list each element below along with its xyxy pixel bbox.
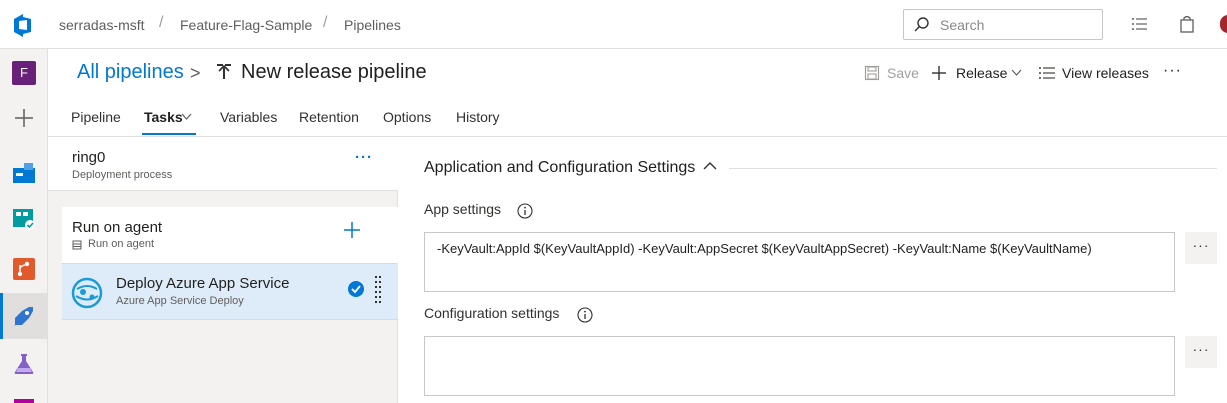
pipelines-icon [14, 307, 33, 326]
configuration-settings-label: Configuration settings [424, 305, 560, 321]
shopping-bag-icon[interactable] [1177, 14, 1197, 34]
app-settings-more-button[interactable]: ··· [1185, 232, 1217, 264]
stage-subtitle: Deployment process [72, 169, 173, 181]
drag-handle-icon[interactable] [375, 275, 381, 305]
breadcrumb-project[interactable]: Feature-Flag-Sample [180, 17, 312, 33]
agent-job[interactable]: Run on agent Run on agent [62, 207, 398, 263]
list-icon [1039, 67, 1055, 79]
list-icon[interactable] [1130, 14, 1150, 34]
task-deploy-azure-app-service[interactable]: Deploy Azure App Service Azure App Servi… [62, 263, 398, 320]
rail-item-overview[interactable] [0, 150, 48, 196]
tab-options[interactable]: Options [383, 109, 431, 125]
task-name: Deploy Azure App Service [116, 275, 290, 292]
view-releases-button[interactable]: View releases [1038, 65, 1150, 83]
breadcrumb-org[interactable]: serradas-msft [59, 17, 145, 33]
release-button[interactable]: Release [931, 65, 1026, 83]
project-badge: F [12, 61, 36, 85]
tab-pipeline[interactable]: Pipeline [71, 109, 121, 125]
stage-name: ring0 [72, 149, 106, 166]
breadcrumb-separator: / [323, 14, 328, 31]
rail-item-repos[interactable] [0, 246, 48, 292]
tab-retention[interactable]: Retention [299, 109, 359, 125]
top-bar: serradas-msft / Feature-Flag-Sample / Pi… [0, 0, 1227, 49]
save-label: Save [887, 65, 919, 81]
save-icon [864, 65, 880, 81]
search-box[interactable]: Search [903, 9, 1103, 40]
repos-icon [13, 258, 35, 280]
task-subtitle: Azure App Service Deploy [116, 295, 244, 307]
navigation-rail: F [0, 49, 48, 403]
new-item[interactable] [0, 95, 48, 141]
app-settings-label: App settings [424, 201, 502, 217]
configuration-settings-more-button[interactable]: ··· [1185, 336, 1217, 368]
test-plans-icon [14, 354, 34, 374]
stage-header[interactable]: ring0 Deployment process ··· [48, 137, 398, 191]
rail-item-test-plans[interactable] [0, 341, 48, 387]
rail-item-artifacts-partial [14, 399, 34, 403]
section-divider [729, 168, 1217, 169]
chevron-down-icon[interactable] [181, 113, 192, 121]
azure-app-service-icon [71, 277, 103, 309]
configuration-settings-field[interactable] [424, 336, 1175, 396]
tab-variables[interactable]: Variables [220, 109, 277, 125]
release-label: Release [956, 65, 1008, 81]
agent-job-subtitle: Run on agent [88, 238, 155, 250]
search-icon [914, 17, 929, 32]
avatar[interactable] [1220, 15, 1227, 33]
all-pipelines-link[interactable]: All pipelines [77, 61, 184, 84]
rail-item-boards[interactable] [0, 196, 48, 242]
plus-icon [15, 109, 33, 127]
section-title[interactable]: Application and Configuration Settings [424, 159, 695, 177]
add-task-icon[interactable] [343, 221, 361, 239]
chevron-right-icon: > [190, 63, 201, 83]
tab-tasks[interactable]: Tasks [144, 109, 183, 125]
chevron-up-icon[interactable] [703, 161, 717, 171]
info-icon[interactable] [517, 203, 533, 219]
boards-icon [13, 209, 35, 230]
page-title: New release pipeline [241, 61, 427, 83]
overview-icon [13, 163, 35, 183]
plus-icon [932, 66, 946, 80]
view-releases-label: View releases [1062, 65, 1149, 81]
breadcrumb-separator: / [159, 14, 164, 31]
agent-icon [72, 240, 82, 250]
more-actions-button[interactable]: ··· [1163, 62, 1182, 80]
tab-history[interactable]: History [456, 109, 500, 125]
azure-devops-logo-icon[interactable] [12, 12, 38, 38]
rail-item-pipelines[interactable] [0, 293, 48, 339]
checkmark-icon [348, 281, 364, 297]
tasks-pane: ring0 Deployment process ··· Run on agen… [48, 137, 398, 403]
project-item[interactable]: F [0, 49, 48, 95]
save-button[interactable]: Save [864, 65, 920, 83]
search-input[interactable]: Search [940, 17, 984, 33]
stage-more-button[interactable]: ··· [355, 149, 373, 166]
active-tab-indicator [142, 133, 196, 135]
chevron-down-icon [1011, 69, 1022, 76]
info-icon[interactable] [577, 307, 593, 323]
app-settings-field[interactable]: -KeyVault:AppId $(KeyVaultAppId) -KeyVau… [424, 232, 1175, 292]
breadcrumb-section[interactable]: Pipelines [344, 17, 401, 33]
release-pipeline-icon [217, 64, 231, 79]
task-settings-pane: Application and Configuration Settings A… [399, 137, 1227, 403]
agent-job-name: Run on agent [72, 219, 163, 236]
